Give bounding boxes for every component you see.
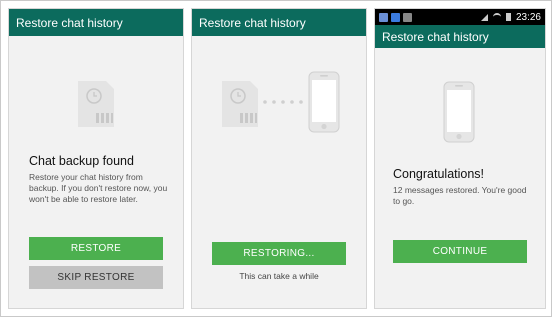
screen-congratulations: 23:26 Restore chat history Congratulatio… xyxy=(374,8,546,309)
status-time: 23:26 xyxy=(515,11,541,23)
status-bar: 23:26 xyxy=(375,9,545,25)
app-bar: Restore chat history xyxy=(375,25,545,48)
description: Restore your chat history from backup. I… xyxy=(29,172,168,204)
app-title: Restore chat history xyxy=(16,15,123,30)
skip-restore-button[interactable]: SKIP RESTORE xyxy=(29,266,163,289)
app-notification-icon xyxy=(391,12,400,22)
description: 12 messages restored. You're good to go. xyxy=(393,185,527,206)
screen-backup-found: Restore chat history Chat backup found R… xyxy=(8,8,184,309)
screen-restoring: Restore chat history RESTORING... This c… xyxy=(191,8,367,309)
sd-card-with-clock-icon xyxy=(78,81,114,127)
restoring-progress-button[interactable]: RESTORING... xyxy=(212,242,346,265)
phone-icon xyxy=(308,71,340,133)
sd-card-with-clock-icon xyxy=(222,81,258,127)
battery-icon xyxy=(505,13,511,21)
transfer-dots-icon xyxy=(263,100,303,104)
heading: Chat backup found xyxy=(29,154,134,168)
phone-icon xyxy=(443,81,475,143)
notification-icon xyxy=(379,12,388,22)
wifi-icon xyxy=(492,13,501,21)
wait-note: This can take a while xyxy=(239,271,319,281)
app-bar: Restore chat history xyxy=(192,9,366,36)
restore-button[interactable]: RESTORE xyxy=(29,237,163,260)
heading: Congratulations! xyxy=(393,167,485,181)
download-icon xyxy=(403,12,412,22)
app-title: Restore chat history xyxy=(382,29,489,44)
continue-button[interactable]: CONTINUE xyxy=(393,240,527,263)
app-title: Restore chat history xyxy=(199,15,306,30)
signal-icon xyxy=(480,13,488,21)
app-bar: Restore chat history xyxy=(9,9,183,36)
